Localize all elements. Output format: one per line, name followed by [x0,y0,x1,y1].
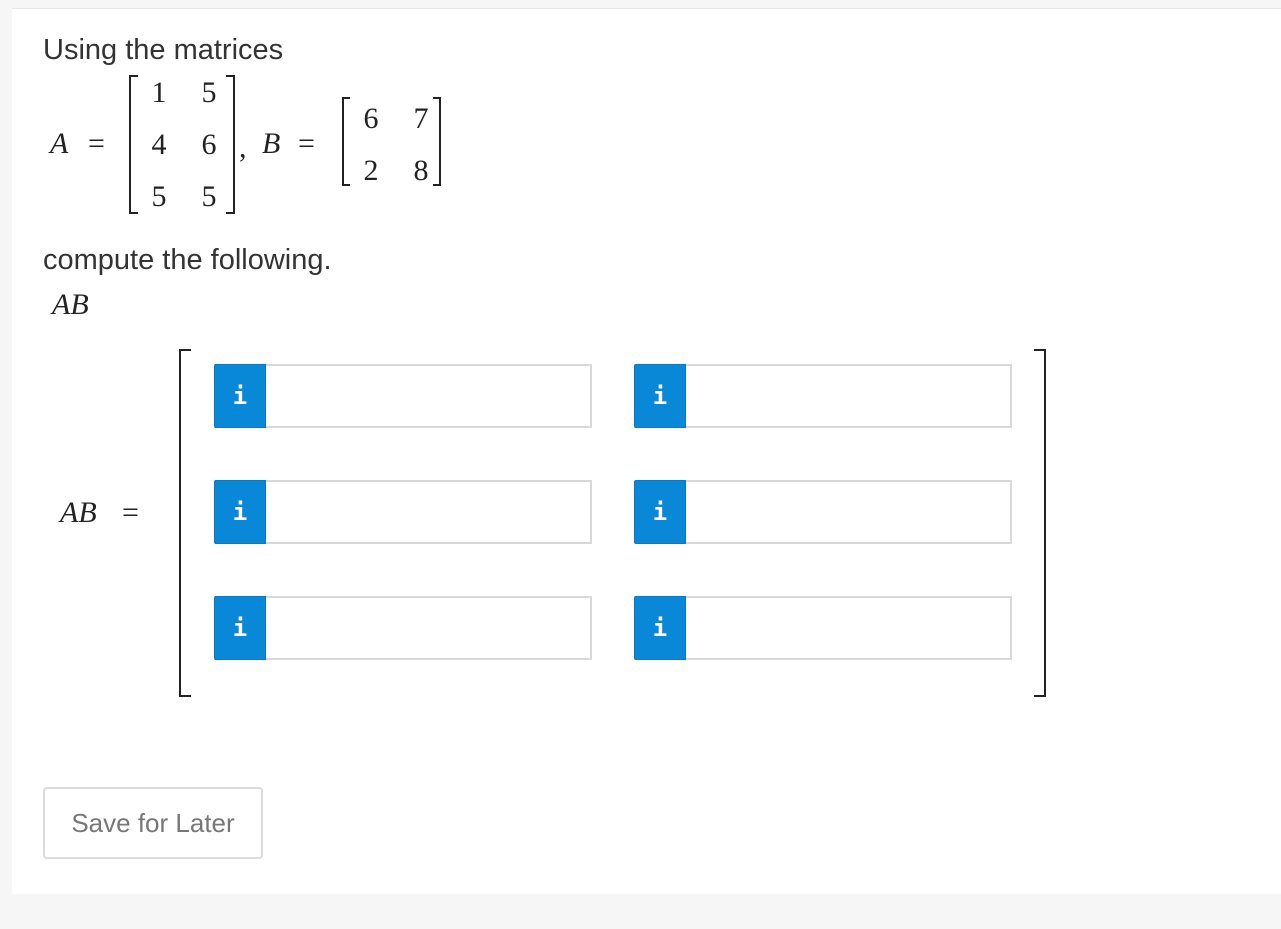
matrix-b-cell: 2 [363,154,379,187]
answer-input[interactable] [686,364,1012,428]
matrix-a-cell: 4 [151,128,167,161]
matrix-b-cell: 8 [413,154,429,187]
answer-cell: i [634,364,1012,428]
answer-cell: i [214,596,592,660]
answer-input[interactable] [686,596,1012,660]
question-instruction: compute the following. [43,244,332,276]
matrix-b-name: B [262,127,281,160]
matrix-a-brackets [129,75,235,214]
save-for-later-button[interactable]: Save for Later [43,787,263,859]
matrix-a-cell: 5 [151,180,167,213]
answer-input[interactable] [266,596,592,660]
answer-label: AB [60,496,97,529]
info-icon[interactable]: i [634,480,686,544]
matrix-a-name: A [50,127,69,160]
answer-cell: i [214,364,592,428]
matrix-separator: , [239,131,247,164]
answer-equals: = [122,496,139,529]
matrix-a-cell: 6 [201,128,217,161]
matrix-a-cell: 1 [151,76,167,109]
answer-input[interactable] [266,364,592,428]
info-icon[interactable]: i [634,596,686,660]
matrix-b-cell: 7 [413,102,429,135]
answer-cell: i [214,480,592,544]
answer-input[interactable] [266,480,592,544]
matrix-b-cell: 6 [363,102,379,135]
info-icon[interactable]: i [214,480,266,544]
matrix-a-equals: = [88,127,105,160]
answer-cell: i [634,596,1012,660]
answer-cell: i [634,480,1012,544]
target-expression: AB [52,288,89,321]
answer-input[interactable] [686,480,1012,544]
info-icon[interactable]: i [214,364,266,428]
matrix-b-equals: = [298,127,315,160]
question-intro: Using the matrices [43,34,284,66]
matrix-a-cell: 5 [201,76,217,109]
matrix-a-cell: 5 [201,180,217,213]
info-icon[interactable]: i [214,596,266,660]
info-icon[interactable]: i [634,364,686,428]
